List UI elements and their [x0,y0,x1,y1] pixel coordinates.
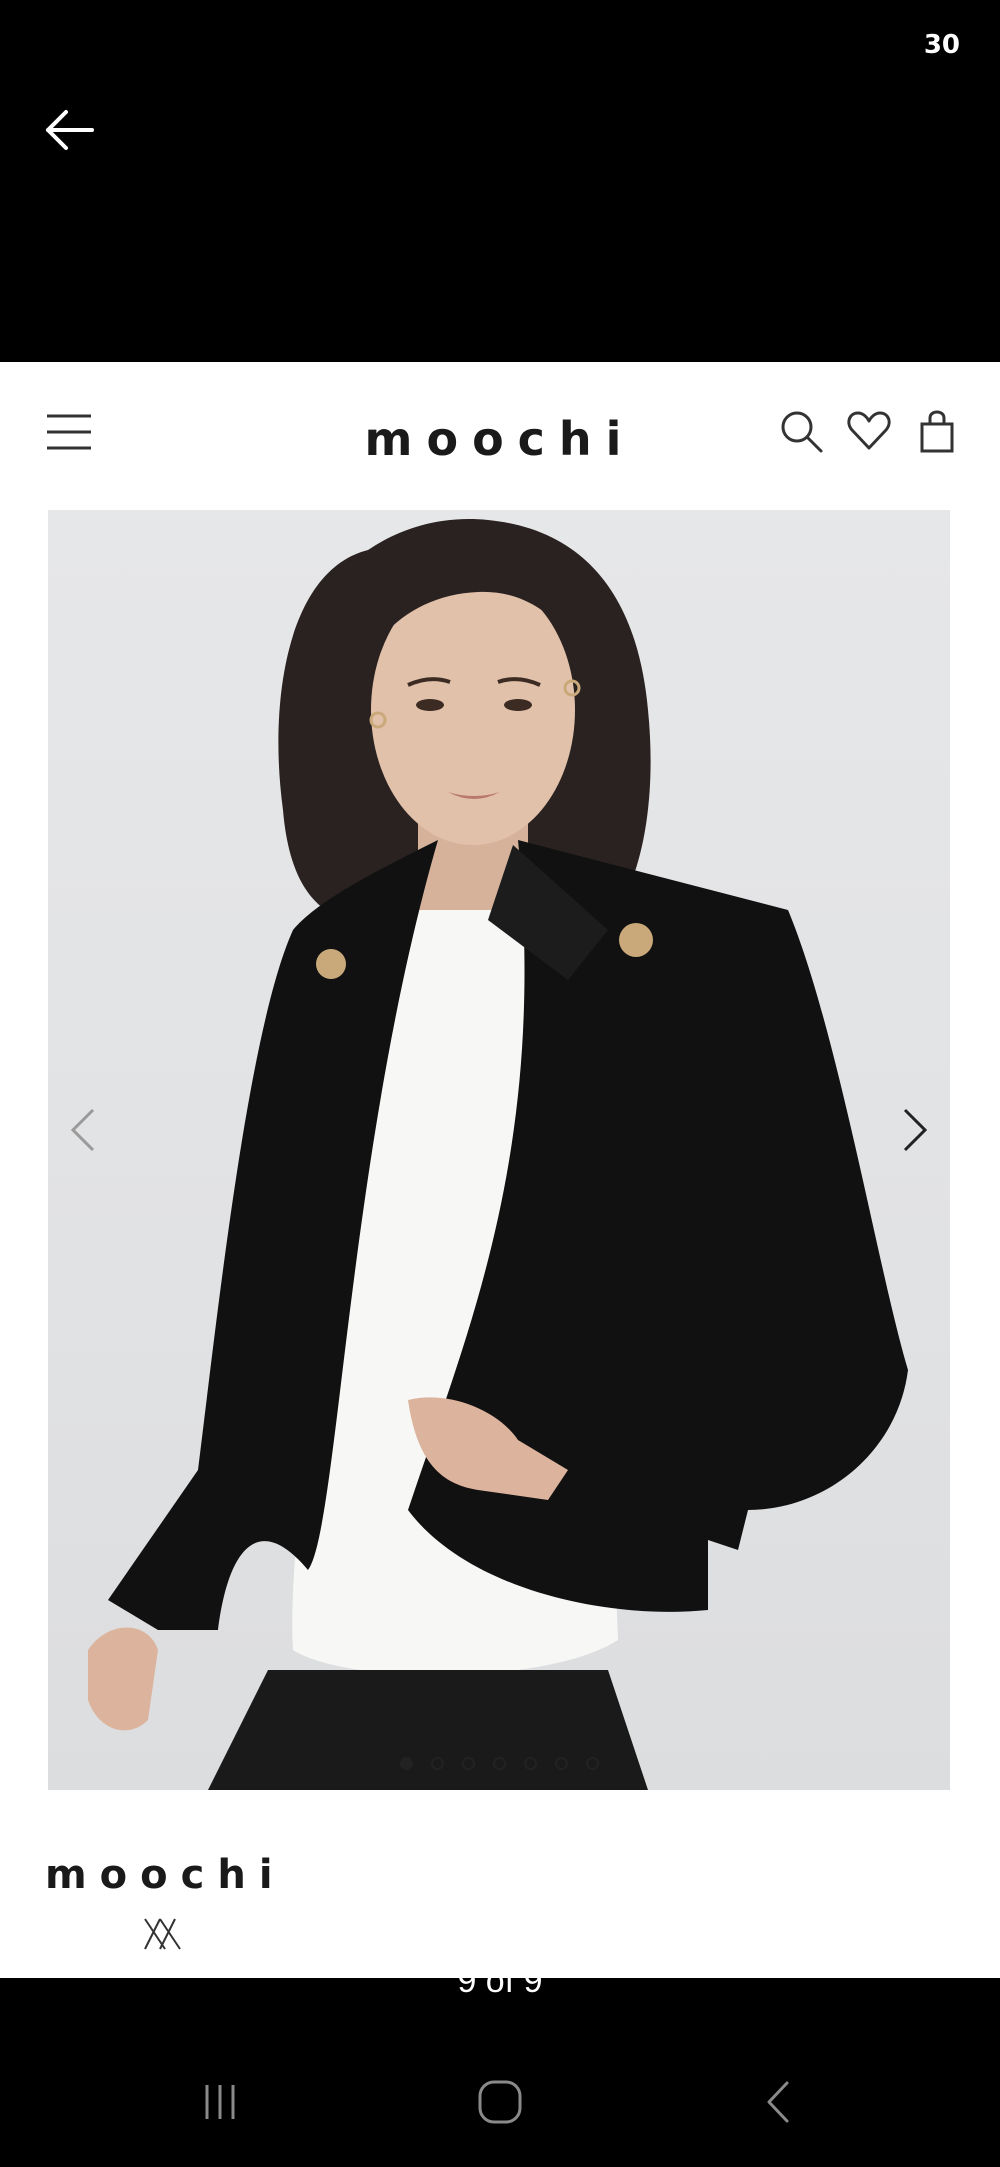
viewed-screenshot: moochi moochi [0,362,1000,1978]
carousel-dot[interactable] [585,1757,599,1770]
header-actions [778,408,960,454]
product-image[interactable] [48,510,950,1790]
heart-icon[interactable] [846,408,892,454]
system-navigation-bar [0,2037,1000,2167]
chevron-left-icon[interactable] [58,1095,108,1165]
search-icon[interactable] [778,408,824,454]
status-indicator: 30 [923,30,960,60]
carousel-dot[interactable] [399,1757,413,1770]
home-icon[interactable] [440,2037,560,2167]
carousel-dot[interactable] [523,1757,537,1770]
footer-brand-name: moochi [45,1852,286,1898]
brand-mark-icon [140,1914,190,1954]
carousel-dot[interactable] [461,1757,475,1770]
image-counter: 9 of 9 [457,1962,543,2000]
nav-back-icon[interactable] [720,2037,840,2167]
site-header: moochi [0,362,1000,512]
product-photo-illustration [88,519,908,1790]
site-logo[interactable]: moochi [300,412,700,466]
hamburger-menu-icon[interactable] [45,412,93,452]
carousel-dot[interactable] [430,1757,444,1770]
status-bar: 30 [0,0,1000,90]
recent-apps-icon[interactable] [160,2037,280,2167]
carousel-dot[interactable] [554,1757,568,1770]
chevron-right-icon[interactable] [890,1095,940,1165]
carousel-dot[interactable] [492,1757,506,1770]
shopping-bag-icon[interactable] [914,408,960,454]
back-arrow-icon[interactable] [40,100,100,160]
carousel-dots [48,1757,950,1770]
